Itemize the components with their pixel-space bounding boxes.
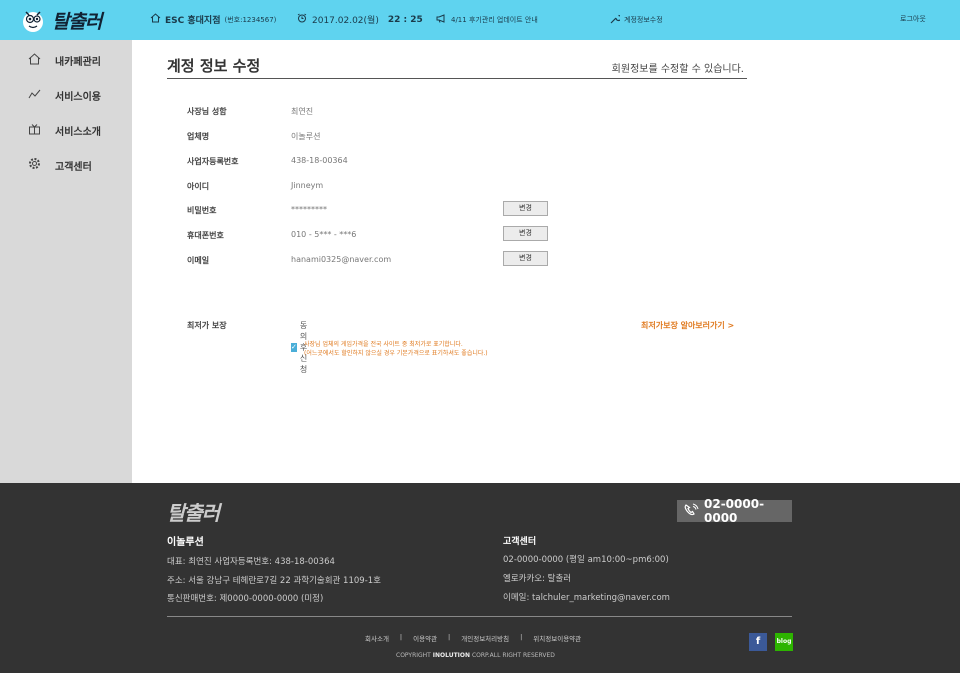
field-label: 휴대폰번호: [187, 231, 224, 240]
logo[interactable]: 탈출러: [0, 0, 132, 40]
sidebar-item-service-use[interactable]: 서비스이용: [28, 88, 101, 103]
field-label: 최저가 보장: [187, 321, 227, 330]
field-label: 업체명: [187, 132, 210, 141]
field-value: Jinneym: [291, 181, 324, 190]
sidebar-item-my-cafe[interactable]: 내카페관리: [28, 53, 101, 68]
mascot-icon: [20, 7, 46, 33]
current-time: 22 : 25: [387, 14, 423, 25]
sidebar-item-label: 서비스이용: [55, 92, 101, 103]
footer-cs-line: 옐로카카오: 탈출러: [503, 574, 572, 584]
copyright-suffix: CORP.ALL RIGHT RESERVED: [470, 652, 555, 659]
separator: |: [520, 633, 523, 641]
field-label: 이메일: [187, 256, 210, 265]
field-label: 사업자등록번호: [187, 157, 239, 166]
wrench-icon: [610, 14, 622, 26]
store-code: (번호:1234567): [224, 15, 277, 24]
home-icon: [150, 13, 161, 26]
field-label: 아이디: [187, 182, 210, 191]
home-icon: [28, 53, 41, 68]
current-date: 2017.02.02(월): [312, 16, 379, 26]
footer-company-line: 주소: 서울 강남구 테헤란로7길 22 과학기술회관 1109-1호: [167, 576, 381, 586]
field-label: 사장님 성함: [187, 107, 227, 116]
field-value: 438-18-00364: [291, 156, 348, 165]
sidebar: 내카페관리 서비스이용 서비스소개 고객센터: [0, 40, 132, 483]
separator: |: [448, 633, 451, 641]
footer-link-about[interactable]: 회사소개: [365, 633, 389, 643]
brand-name: 탈출러: [52, 10, 102, 33]
field-value: hanami0325@naver.com: [291, 255, 392, 264]
footer-phone-number: 02-0000-0000: [704, 497, 765, 525]
alarm-clock-icon: [297, 13, 307, 26]
logout-button[interactable]: 로그아웃: [900, 14, 926, 24]
separator: |: [399, 633, 403, 641]
field-value: *********: [291, 205, 327, 214]
page-description: 회원정보를 수정할 수 있습니다.: [611, 64, 744, 75]
footer: 탈출러 02-0000-0000 이놀루션 대표: 최연진 사업자등록번호: 4…: [0, 483, 960, 673]
guarantee-note: 사장님 업체의 게임가격을 전국 사이트 중 최저가로 표기합니다. (어느곳에…: [304, 340, 488, 358]
footer-logo: 탈출러: [167, 501, 220, 525]
facebook-icon[interactable]: f: [749, 633, 767, 651]
sidebar-item-service-intro[interactable]: 서비스소개: [28, 123, 101, 138]
change-password-button[interactable]: 변경: [503, 201, 548, 216]
phone-icon: [683, 503, 699, 520]
datetime: 2017.02.02(월) 22 : 25: [297, 13, 423, 26]
field-value: 이놀루션: [291, 132, 321, 141]
footer-cs-line: 이메일: talchuler_marketing@naver.com: [503, 593, 670, 603]
notice-link[interactable]: 4/11 후기관리 업데이트 안내: [436, 14, 538, 25]
guarantee-info-link[interactable]: 최저가보장 알아보러가기 >: [641, 320, 734, 331]
footer-cs-line: 02-0000-0000 (평일 am10:00~pm6:00): [503, 555, 669, 565]
top-bar: 탈출러 ESC 홍대지점 (번호:1234567) 2017.02.02(월) …: [0, 0, 960, 40]
footer-link-location-terms[interactable]: 위치정보이용약관: [533, 633, 581, 643]
copyright: COPYRIGHT INOLUTION CORP.ALL RIGHT RESER…: [396, 652, 555, 659]
account-edit-link[interactable]: 계정정보수정: [610, 14, 663, 26]
footer-cs-title: 고객센터: [503, 537, 537, 547]
copyright-prefix: COPYRIGHT: [396, 652, 433, 659]
sidebar-item-label: 내카페관리: [55, 57, 101, 68]
main-content: 계정 정보 수정 회원정보를 수정할 수 있습니다. 사장님 성함 최연진 업체…: [132, 40, 960, 483]
field-value: 010 - 5*** - ***6: [291, 230, 357, 239]
footer-links: 회사소개 | 이용약관 | 개인정보처리방침 | 위치정보이용약관: [365, 633, 581, 643]
change-email-button[interactable]: 변경: [503, 251, 548, 266]
field-label: 비밀번호: [187, 206, 217, 215]
note-line: (어느곳에서도 할인하지 않으실 경우 기본가격으로 표기하셔도 좋습니다.): [304, 350, 488, 357]
footer-company-line: 대표: 최연진 사업자등록번호: 438-18-00364: [167, 557, 335, 567]
note-line: 사장님 업체의 게임가격을 전국 사이트 중 최저가로 표기합니다.: [304, 341, 463, 348]
footer-link-terms[interactable]: 이용약관: [413, 633, 437, 643]
blog-icon[interactable]: blog: [775, 633, 793, 651]
chart-icon: [28, 88, 41, 103]
megaphone-icon: [436, 14, 446, 25]
notice-text: 4/11 후기관리 업데이트 안내: [451, 15, 538, 24]
footer-company-name: 이놀루션: [167, 537, 204, 548]
sidebar-item-support[interactable]: 고객센터: [28, 157, 92, 173]
footer-company-line: 통신판매번호: 제0000-0000-0000 (미정): [167, 594, 324, 604]
sidebar-item-label: 서비스소개: [55, 127, 101, 138]
field-value: 최연진: [291, 107, 314, 116]
store-name: ESC 홍대지점: [165, 16, 221, 26]
page-title: 계정 정보 수정: [167, 57, 261, 75]
footer-phone: 02-0000-0000: [677, 497, 792, 525]
change-phone-button[interactable]: 변경: [503, 226, 548, 241]
account-edit-label: 계정정보수정: [624, 16, 663, 24]
gear-icon: [28, 157, 41, 173]
checkmark-icon: ✓: [291, 343, 297, 352]
footer-divider: [167, 616, 792, 617]
gift-icon: [28, 123, 41, 138]
divider: [167, 78, 747, 79]
copyright-company: INOLUTION: [432, 652, 471, 659]
footer-link-privacy[interactable]: 개인정보처리방침: [461, 633, 509, 643]
sidebar-item-label: 고객센터: [55, 161, 92, 173]
store-info: ESC 홍대지점 (번호:1234567): [150, 13, 276, 26]
